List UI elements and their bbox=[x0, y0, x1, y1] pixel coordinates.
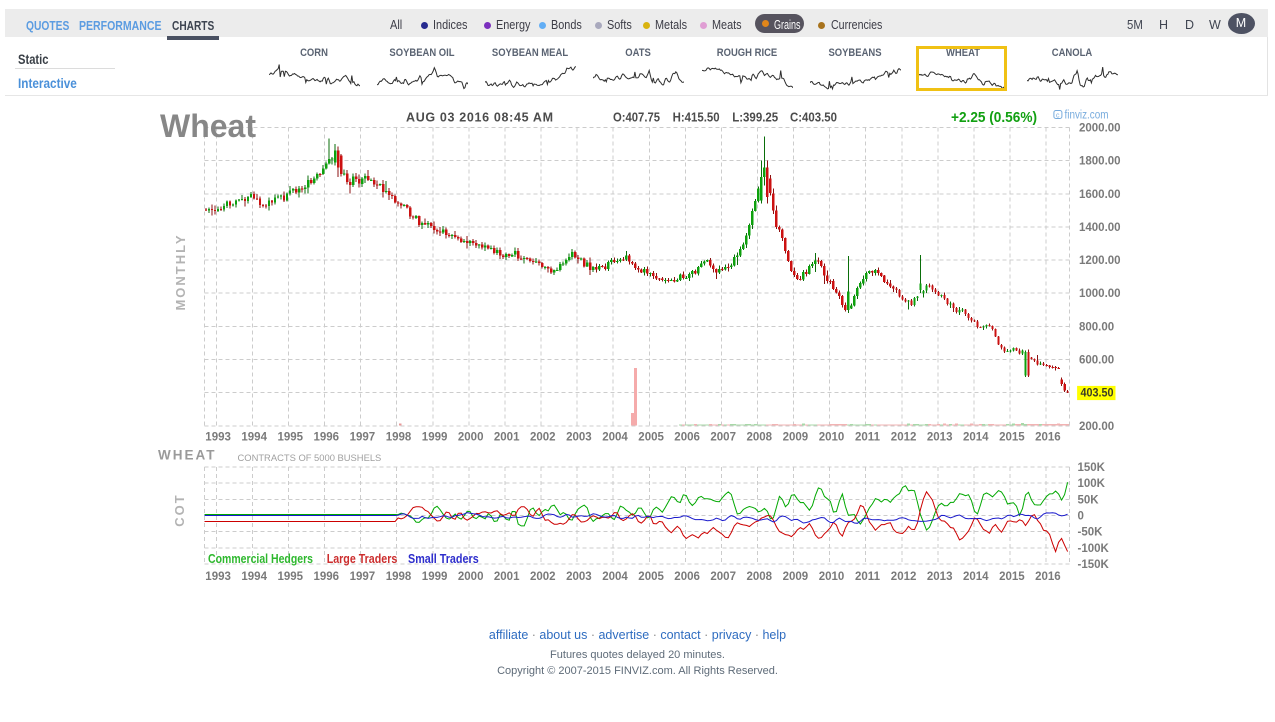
svg-text:C:403.50: C:403.50 bbox=[790, 111, 837, 125]
svg-text:1999: 1999 bbox=[422, 571, 448, 583]
svg-text:1995: 1995 bbox=[278, 571, 304, 583]
svg-text:600.00: 600.00 bbox=[1079, 355, 1114, 367]
svg-text:1998: 1998 bbox=[386, 431, 412, 443]
svg-text:1993: 1993 bbox=[205, 571, 231, 583]
svg-text:Large Traders: Large Traders bbox=[327, 552, 398, 566]
svg-text:CONTRACTS OF 5000 BUSHELS: CONTRACTS OF 5000 BUSHELS bbox=[238, 452, 382, 463]
svg-text:2014: 2014 bbox=[963, 431, 989, 443]
svg-text:1000.00: 1000.00 bbox=[1079, 288, 1121, 300]
svg-text:H:415.50: H:415.50 bbox=[673, 111, 720, 125]
svg-text:0: 0 bbox=[1078, 511, 1084, 523]
svg-text:1997: 1997 bbox=[350, 571, 376, 583]
svg-text:150K: 150K bbox=[1078, 462, 1106, 474]
svg-text:2004: 2004 bbox=[602, 431, 628, 443]
svg-text:AUG 03 2016 08:45 AM: AUG 03 2016 08:45 AM bbox=[406, 111, 553, 125]
svg-text:2008: 2008 bbox=[747, 571, 773, 583]
svg-text:2005: 2005 bbox=[638, 431, 664, 443]
svg-text:2002: 2002 bbox=[530, 431, 556, 443]
svg-text:1994: 1994 bbox=[241, 431, 267, 443]
svg-text:-50K: -50K bbox=[1078, 527, 1104, 539]
svg-text:1999: 1999 bbox=[422, 431, 448, 443]
svg-text:+2.25 (0.56%): +2.25 (0.56%) bbox=[951, 110, 1037, 126]
svg-text:2012: 2012 bbox=[891, 431, 917, 443]
svg-text:2002: 2002 bbox=[530, 571, 556, 583]
svg-text:1996: 1996 bbox=[314, 571, 340, 583]
svg-text:2016: 2016 bbox=[1035, 571, 1061, 583]
svg-text:COT: COT bbox=[172, 493, 187, 526]
svg-text:2007: 2007 bbox=[710, 431, 736, 443]
svg-text:1997: 1997 bbox=[350, 431, 376, 443]
svg-text:MONTHLY: MONTHLY bbox=[173, 233, 188, 310]
svg-text:c: c bbox=[1056, 112, 1060, 119]
svg-text:2008: 2008 bbox=[747, 431, 773, 443]
svg-text:2000: 2000 bbox=[458, 571, 484, 583]
svg-text:1995: 1995 bbox=[278, 431, 304, 443]
svg-text:1996: 1996 bbox=[314, 431, 340, 443]
svg-text:L:399.25: L:399.25 bbox=[732, 111, 778, 125]
svg-text:2009: 2009 bbox=[783, 571, 809, 583]
svg-text:1400.00: 1400.00 bbox=[1079, 222, 1121, 234]
svg-text:2003: 2003 bbox=[566, 571, 592, 583]
svg-text:2016: 2016 bbox=[1035, 431, 1061, 443]
svg-text:200.00: 200.00 bbox=[1079, 421, 1114, 433]
svg-text:2005: 2005 bbox=[638, 571, 664, 583]
svg-text:2001: 2001 bbox=[494, 571, 520, 583]
svg-text:2006: 2006 bbox=[674, 571, 700, 583]
svg-text:2010: 2010 bbox=[819, 431, 845, 443]
svg-text:Wheat: Wheat bbox=[160, 108, 256, 144]
svg-text:2004: 2004 bbox=[602, 571, 628, 583]
svg-text:-100K: -100K bbox=[1078, 543, 1110, 555]
svg-text:2011: 2011 bbox=[855, 571, 881, 583]
svg-text:O:407.75: O:407.75 bbox=[613, 111, 660, 125]
svg-text:2006: 2006 bbox=[674, 431, 700, 443]
svg-text:50K: 50K bbox=[1078, 494, 1100, 506]
svg-text:1200.00: 1200.00 bbox=[1079, 255, 1121, 267]
svg-text:403.50: 403.50 bbox=[1081, 388, 1114, 400]
svg-text:1994: 1994 bbox=[241, 571, 267, 583]
svg-text:1800.00: 1800.00 bbox=[1079, 156, 1121, 168]
svg-text:Small Traders: Small Traders bbox=[408, 552, 479, 566]
svg-text:2013: 2013 bbox=[927, 431, 953, 443]
svg-text:2003: 2003 bbox=[566, 431, 592, 443]
svg-text:Commercial Hedgers: Commercial Hedgers bbox=[208, 552, 313, 566]
svg-text:2014: 2014 bbox=[963, 571, 989, 583]
svg-text:2012: 2012 bbox=[891, 571, 917, 583]
svg-text:100K: 100K bbox=[1078, 478, 1106, 490]
svg-text:finviz.com: finviz.com bbox=[1065, 110, 1109, 122]
svg-text:1600.00: 1600.00 bbox=[1079, 189, 1121, 201]
svg-text:2011: 2011 bbox=[855, 431, 881, 443]
svg-text:2010: 2010 bbox=[819, 571, 845, 583]
svg-text:-150K: -150K bbox=[1078, 559, 1110, 571]
svg-text:2000: 2000 bbox=[458, 431, 484, 443]
svg-text:2009: 2009 bbox=[783, 431, 809, 443]
svg-text:2001: 2001 bbox=[494, 431, 520, 443]
svg-text:1993: 1993 bbox=[205, 431, 231, 443]
svg-text:2000.00: 2000.00 bbox=[1079, 123, 1121, 135]
svg-text:2007: 2007 bbox=[710, 571, 736, 583]
svg-text:2013: 2013 bbox=[927, 571, 953, 583]
svg-text:800.00: 800.00 bbox=[1079, 321, 1114, 333]
svg-text:WHEAT: WHEAT bbox=[158, 448, 215, 463]
svg-text:1998: 1998 bbox=[386, 571, 412, 583]
svg-text:2015: 2015 bbox=[999, 431, 1025, 443]
svg-text:2015: 2015 bbox=[999, 571, 1025, 583]
